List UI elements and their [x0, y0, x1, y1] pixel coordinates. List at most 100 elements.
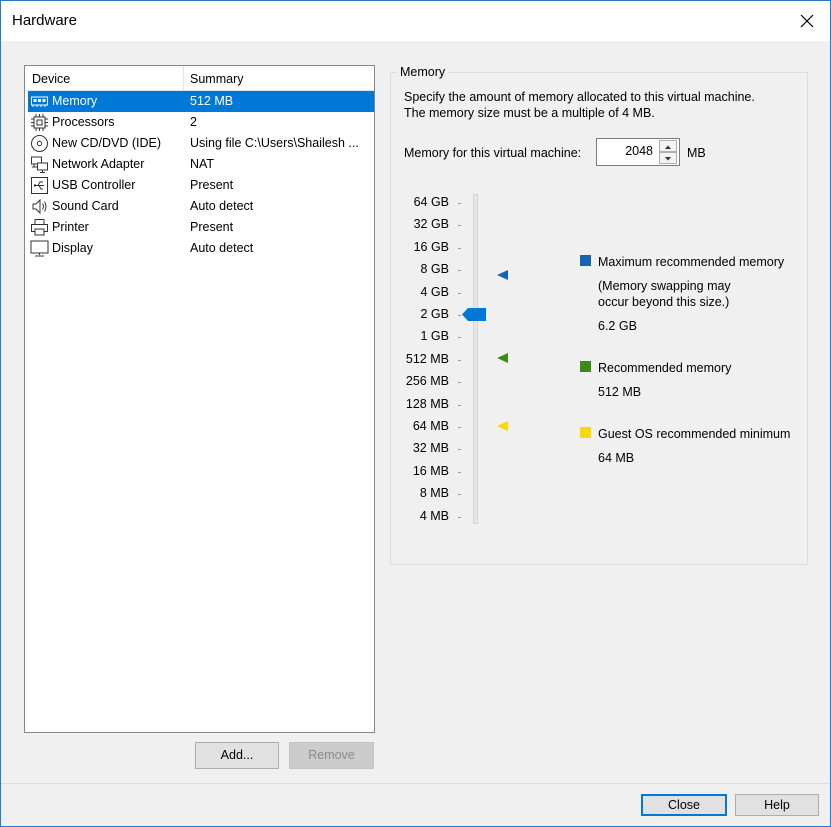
- memory-scale-tick: [458, 494, 461, 496]
- guest-min-title: Guest OS recommended minimum: [598, 427, 791, 441]
- device-row-memory[interactable]: Memory 512 MB: [28, 91, 374, 112]
- memory-description-line1: Specify the amount of memory allocated t…: [404, 90, 755, 104]
- device-column-header[interactable]: Device: [32, 72, 70, 86]
- device-row-usb-controller[interactable]: USB Controller Present: [28, 175, 374, 196]
- guest-min-swatch: [580, 427, 591, 438]
- device-list[interactable]: Device Summary Memory 512 MB Processors …: [24, 65, 375, 733]
- recommended-marker: [497, 352, 509, 364]
- remove-device-button[interactable]: Remove: [289, 742, 374, 769]
- memory-size-stepper[interactable]: 2048: [596, 138, 680, 166]
- recommended-swatch: [580, 361, 591, 372]
- device-row-sound-card[interactable]: Sound Card Auto detect: [28, 196, 374, 217]
- memory-scale-label: 4 GB: [420, 284, 450, 299]
- device-name: Network Adapter: [52, 157, 145, 171]
- device-summary: Present: [190, 178, 234, 192]
- memory-scale-tick: [458, 225, 461, 227]
- device-name: Printer: [52, 220, 89, 234]
- memory-scale-label: 512 MB: [405, 351, 449, 366]
- device-summary: NAT: [190, 157, 215, 171]
- device-summary: Auto detect: [190, 199, 254, 213]
- memory-scale-label: 8 MB: [419, 486, 449, 501]
- memory-scale-label: 64 GB: [413, 195, 449, 209]
- hardware-dialog: Hardware Device Summary Memory 512 MB Pr…: [0, 0, 831, 827]
- device-name: Sound Card: [52, 199, 119, 213]
- max-recommended-value: 6.2 GB: [598, 319, 637, 333]
- device-name: Processors: [52, 115, 115, 129]
- memory-scale-tick: [458, 292, 461, 294]
- close-icon[interactable]: [794, 8, 820, 34]
- memory-scale-tick: [458, 247, 461, 249]
- guest-min-value: 64 MB: [598, 451, 635, 465]
- memory-scale-tick: [458, 516, 461, 518]
- recommended-value: 512 MB: [598, 385, 642, 399]
- memory-scale-label: 8 GB: [420, 262, 450, 277]
- memory-scale-label: 16 MB: [412, 463, 449, 478]
- memory-scale-label: 256 MB: [405, 374, 449, 389]
- memory-scale-tick: [458, 315, 461, 316]
- memory-scale-tick: [458, 382, 461, 384]
- device-row-printer[interactable]: Printer Present: [28, 217, 374, 238]
- memory-scale-tick: [458, 337, 461, 339]
- cd-dvd-icon: [30, 134, 49, 153]
- device-row-processors[interactable]: Processors 2: [28, 112, 374, 133]
- monitor-icon: [30, 239, 49, 258]
- device-list-header: Device Summary: [25, 66, 374, 91]
- title-bar: Hardware: [1, 1, 830, 41]
- memory-scale-tick: [458, 471, 461, 473]
- memory-slider-track[interactable]: [473, 194, 478, 524]
- memory-group-title: Memory: [397, 65, 449, 79]
- device-name: New CD/DVD (IDE): [52, 136, 162, 150]
- memory-scale-tick: [458, 203, 461, 204]
- window-title: Hardware: [12, 12, 78, 29]
- chevron-up-icon: [665, 145, 671, 149]
- recommended-title: Recommended memory: [598, 361, 732, 375]
- max-recommended-note-line2: occur beyond this size.): [598, 295, 730, 309]
- memory-scale-label: 128 MB: [405, 396, 449, 411]
- memory-scale-tick: [458, 270, 461, 272]
- memory-scale-label: 16 GB: [413, 239, 449, 254]
- memory-scale-label: 64 MB: [412, 419, 449, 433]
- memory-decrement-button[interactable]: [659, 152, 677, 164]
- device-name: USB Controller: [52, 178, 136, 192]
- max-recommended-swatch: [580, 255, 591, 266]
- memory-slider-thumb[interactable]: [462, 308, 486, 321]
- help-button[interactable]: Help: [735, 794, 819, 816]
- max-recommended-note-line1: (Memory swapping may: [598, 279, 731, 293]
- memory-scale-tick: [458, 404, 461, 406]
- close-button[interactable]: Close: [641, 794, 727, 816]
- device-summary: Present: [190, 220, 234, 234]
- memory-scale-tick: [458, 449, 461, 451]
- memory-unit-label: MB: [687, 146, 706, 160]
- processor-icon: [30, 113, 49, 132]
- device-summary: 2: [190, 115, 197, 129]
- memory-scale-label: 32 GB: [413, 217, 449, 232]
- device-summary: 512 MB: [190, 94, 234, 108]
- memory-scale-tick: [458, 427, 461, 428]
- memory-scale-label: 2 GB: [420, 307, 450, 321]
- memory-size-input[interactable]: 2048: [625, 144, 653, 158]
- memory-scale-label: 32 MB: [412, 441, 449, 456]
- max-recommended-title: Maximum recommended memory: [598, 255, 785, 269]
- device-row-display[interactable]: Display Auto detect: [28, 238, 374, 259]
- memory-description-line2: The memory size must be a multiple of 4 …: [404, 106, 655, 120]
- device-row-network-adapter[interactable]: Network Adapter NAT: [28, 154, 374, 175]
- memory-field-label: Memory for this virtual machine:: [404, 146, 582, 160]
- printer-icon: [30, 218, 49, 237]
- speaker-icon: [30, 197, 49, 216]
- add-device-button[interactable]: Add...: [195, 742, 279, 769]
- usb-icon: [30, 176, 49, 195]
- device-summary: Using file C:\Users\Shailesh ...: [190, 136, 359, 150]
- device-summary: Auto detect: [190, 241, 254, 255]
- memory-increment-button[interactable]: [659, 140, 677, 152]
- guest-min-marker: [497, 420, 509, 432]
- network-icon: [30, 155, 49, 174]
- device-name: Memory: [52, 94, 98, 108]
- memory-icon: [30, 92, 49, 111]
- chevron-down-icon: [665, 157, 671, 161]
- summary-column-header[interactable]: Summary: [190, 72, 243, 86]
- device-name: Display: [52, 241, 93, 255]
- max-recommended-marker: [497, 269, 509, 281]
- memory-scale-label: 1 GB: [420, 329, 450, 344]
- device-row-cd-dvd[interactable]: New CD/DVD (IDE) Using file C:\Users\Sha…: [28, 133, 374, 154]
- memory-scale-label: 4 MB: [419, 508, 449, 523]
